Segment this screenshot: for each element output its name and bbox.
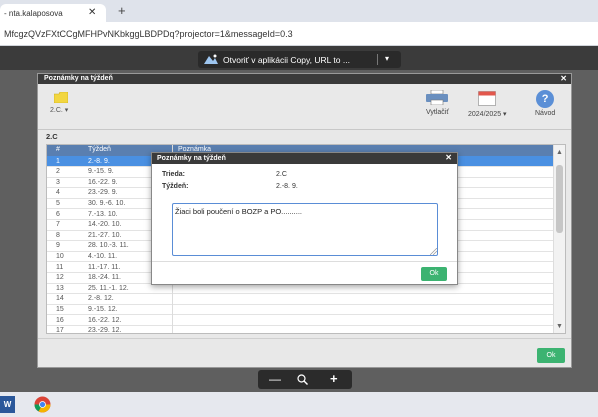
app-icon <box>204 54 218 64</box>
row-number: 14 <box>56 295 64 303</box>
viewer-toolbar: Otvoriť v aplikácii Copy, URL to ... ▾ <box>0 46 598 70</box>
calendar-icon <box>478 91 497 106</box>
zoom-in-icon[interactable]: + <box>330 371 338 386</box>
row-number: 8 <box>56 231 60 239</box>
table-row[interactable]: 17 23.-29. 12. <box>47 326 554 334</box>
row-number: 4 <box>56 189 60 197</box>
chrome-app-icon[interactable] <box>34 396 51 413</box>
row-week: 7.-13. 10. <box>88 210 118 218</box>
row-week: 23.-29. 9. <box>88 189 118 197</box>
row-number: 2 <box>56 168 60 176</box>
footer-divider <box>38 338 571 339</box>
row-week: 2.-8. 12. <box>88 295 114 303</box>
dialog-footer-divider <box>152 261 457 262</box>
zoom-out-icon[interactable]: — <box>269 372 281 386</box>
divider <box>377 54 378 65</box>
open-in-app-label: Otvoriť v aplikácii Copy, URL to ... <box>223 55 350 65</box>
class-select[interactable]: 2.C. ▾ <box>50 106 68 114</box>
new-tab-icon[interactable]: + <box>118 3 126 18</box>
row-number: 3 <box>56 178 60 186</box>
row-number: 5 <box>56 199 60 207</box>
class-heading: 2.C <box>46 132 58 141</box>
help-button[interactable]: ? Návod <box>535 90 555 117</box>
column-header-number: # <box>56 146 60 153</box>
folder-icon[interactable] <box>54 92 68 103</box>
row-week: 4.-10. 11. <box>88 252 118 260</box>
address-bar-url: MfcgzQVzFXtCCgMFHPvNKbkggLBDPDq?projecto… <box>4 29 293 39</box>
row-number: 15 <box>56 305 64 313</box>
row-week: 18.-24. 11. <box>88 274 121 282</box>
week-field-label: Týždeň: <box>162 183 189 190</box>
school-year-label: 2024/2025 ▾ <box>468 111 507 118</box>
table-row[interactable]: 16 16.-22. 12. <box>47 315 554 326</box>
help-icon: ? <box>536 90 555 108</box>
printer-icon <box>426 89 449 106</box>
print-label: Vytlačiť <box>426 109 449 116</box>
scrollbar-thumb[interactable] <box>556 165 563 233</box>
row-week: 28. 10.-3. 11. <box>88 242 129 250</box>
row-week: 16.-22. 12. <box>88 316 122 324</box>
row-number: 11 <box>56 263 64 271</box>
week-note-dialog: Poznámky na týždeň ✕ Trieda: 2.C Týždeň:… <box>151 152 458 285</box>
row-number: 16 <box>56 316 64 324</box>
row-number: 10 <box>56 252 64 260</box>
row-week: 2.-8. 9. <box>88 157 110 165</box>
row-number: 13 <box>56 284 64 292</box>
chevron-down-icon[interactable]: ▾ <box>385 54 389 63</box>
column-header-week: Týždeň <box>88 146 111 153</box>
close-icon[interactable]: ✕ <box>445 153 452 162</box>
class-field-value: 2.C <box>276 171 287 178</box>
row-week: 25. 11.-1. 12. <box>88 284 129 292</box>
zoom-controls: — + <box>258 370 352 389</box>
ok-button[interactable]: Ok <box>421 267 447 281</box>
magnifier-icon[interactable] <box>297 374 308 385</box>
dialog-header: Poznámky na týždeň ✕ <box>152 153 457 164</box>
class-field-label: Trieda: <box>162 171 185 178</box>
row-number: 12 <box>56 274 64 282</box>
row-week: 23.-29. 12. <box>88 327 122 334</box>
modal-toolbar: 2.C. ▾ Vytlačiť 2024/2025 ▾ ? Návod <box>38 84 571 130</box>
row-week: 14.-20. 10. <box>88 221 122 229</box>
browser-tab[interactable]: - nta.kalaposova ✕ <box>0 4 106 22</box>
table-row[interactable]: 14 2.-8. 12. <box>47 294 554 305</box>
open-in-app-button[interactable]: Otvoriť v aplikácii Copy, URL to ... ▾ <box>198 51 401 68</box>
week-field-value: 2.-8. 9. <box>276 183 298 190</box>
chevron-down-icon[interactable]: ▼ <box>556 323 563 330</box>
browser-tab-strip: - nta.kalaposova ✕ + <box>0 0 598 22</box>
row-number: 6 <box>56 210 60 218</box>
word-app-icon[interactable]: W <box>0 396 15 413</box>
row-week: 9.-15. 9. <box>88 168 114 176</box>
close-icon[interactable]: ✕ <box>560 74 567 83</box>
modal-header: Poznámky na týždeň ✕ <box>38 74 571 84</box>
ok-button[interactable]: Ok <box>537 348 565 363</box>
address-bar[interactable]: MfcgzQVzFXtCCgMFHPvNKbkggLBDPDq?projecto… <box>0 22 598 46</box>
row-number: 7 <box>56 221 60 229</box>
row-week: 9.-15. 12. <box>88 305 118 313</box>
help-label: Návod <box>535 110 556 117</box>
row-number: 17 <box>56 327 64 334</box>
dialog-title: Poznámky na týždeň <box>157 154 226 162</box>
modal-title: Poznámky na týždeň <box>44 75 113 82</box>
table-scrollbar[interactable]: ▲ ▼ <box>553 145 565 333</box>
os-taskbar: W <box>0 392 598 417</box>
school-year-select[interactable]: 2024/2025 ▾ <box>468 90 507 118</box>
row-number: 9 <box>56 242 60 250</box>
table-row[interactable]: 15 9.-15. 12. <box>47 304 554 316</box>
row-number: 1 <box>56 157 60 165</box>
row-week: 21.-27. 10. <box>88 231 122 239</box>
note-text: Žiaci boli poučení o BOZP a PO.......... <box>175 207 303 216</box>
chevron-up-icon[interactable]: ▲ <box>556 149 563 156</box>
close-tab-icon[interactable]: ✕ <box>88 7 96 18</box>
row-week: 16.-22. 9. <box>88 178 118 186</box>
print-button[interactable]: Vytlačiť <box>426 89 449 116</box>
row-week: 30. 9.-6. 10. <box>88 199 126 207</box>
browser-tab-title: - nta.kalaposova <box>4 9 63 18</box>
resize-handle-icon[interactable] <box>430 248 437 255</box>
row-week: 11.-17. 11. <box>88 263 121 271</box>
